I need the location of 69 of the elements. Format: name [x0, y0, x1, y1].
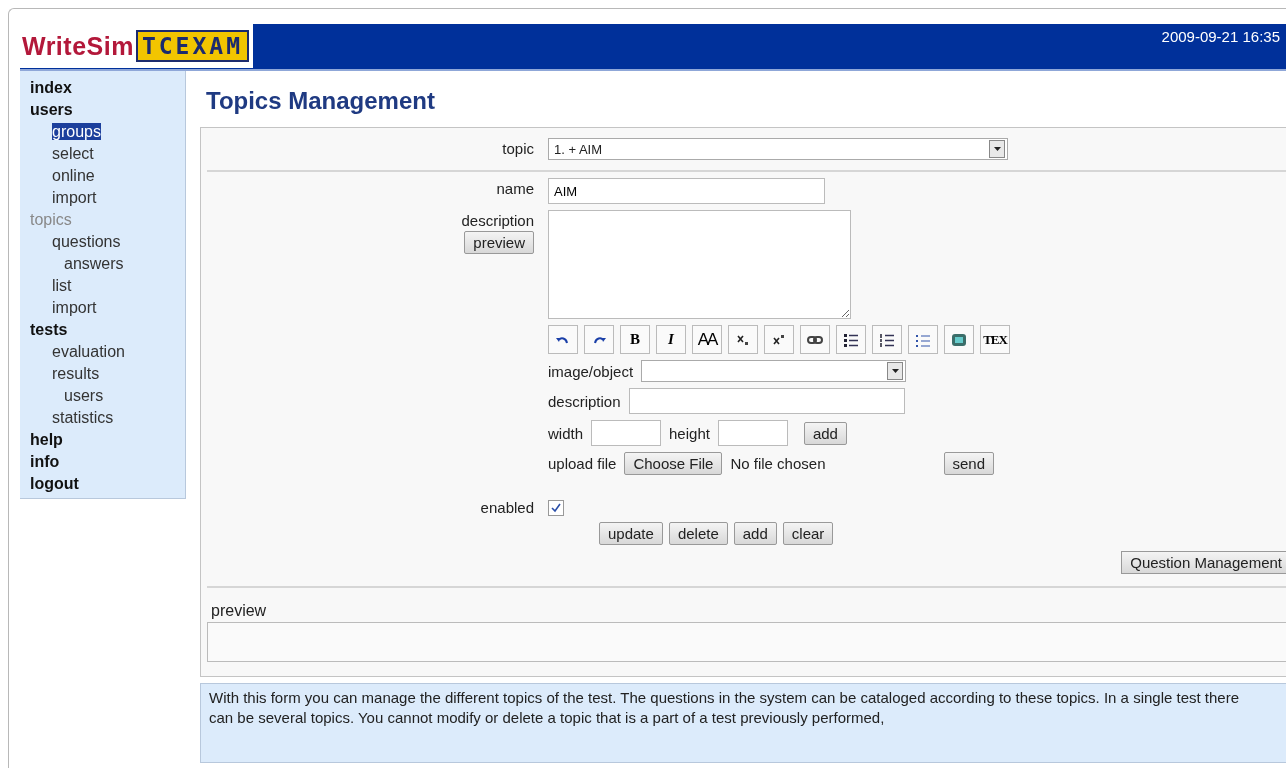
action-button[interactable]: delete	[668, 522, 728, 545]
field-label: description	[461, 212, 534, 229]
field-label: image/object	[548, 362, 634, 380]
toolbar-button[interactable]: AA	[692, 325, 722, 354]
toolbar-button[interactable]	[872, 325, 902, 354]
field-label: upload file	[548, 455, 617, 472]
action-button[interactable]: add	[733, 522, 777, 545]
object-icon	[951, 332, 967, 347]
add-image-button[interactable]: add	[803, 421, 847, 445]
menu-item[interactable]: info	[30, 453, 60, 470]
menu-item[interactable]: help	[30, 431, 63, 448]
superscript-icon	[772, 333, 786, 346]
menu-item[interactable]: index	[30, 79, 72, 96]
field-label: topic	[502, 140, 534, 157]
width-field[interactable]	[591, 420, 662, 446]
menu-item[interactable]: results	[52, 365, 100, 382]
numbered-list-icon	[879, 332, 895, 347]
page-title: Topics Management	[206, 87, 436, 115]
menu-item[interactable]: logout	[30, 475, 79, 492]
choose-file-button[interactable]: Choose File	[624, 452, 723, 475]
menu-item[interactable]: select	[52, 145, 94, 162]
toolbar-button[interactable]	[836, 325, 866, 354]
menu-item[interactable]: list	[52, 277, 72, 294]
datetime: 2009-09-21 16:35	[1161, 27, 1281, 45]
list-icon	[915, 332, 931, 347]
menu-item[interactable]: users	[30, 101, 73, 118]
dropdown-arrow-icon	[993, 147, 1001, 151]
menu-item[interactable]: import	[52, 299, 97, 316]
toolbar-button[interactable]: TEX	[980, 325, 1010, 354]
menu-item[interactable]: questions	[52, 233, 121, 250]
file-status: No file chosen	[730, 455, 826, 472]
subscript-icon	[736, 333, 750, 346]
topic-dropdown[interactable]: 1. + AIM	[548, 138, 1008, 160]
menu-item[interactable]: online	[52, 167, 95, 184]
menu-item[interactable]: statistics	[52, 409, 114, 426]
redo-icon	[592, 334, 606, 345]
send-button[interactable]: send	[943, 452, 995, 475]
menu-item[interactable]: answers	[64, 255, 124, 272]
field-label: width	[548, 424, 584, 442]
height-field[interactable]	[717, 420, 788, 446]
logo-wordmark: WriteSim	[22, 31, 134, 61]
bullet-list-icon	[843, 332, 859, 347]
name-field[interactable]: AIM	[548, 178, 825, 204]
menu-item[interactable]: users	[64, 387, 104, 404]
menu-item[interactable]: tests	[30, 321, 68, 338]
enabled-checkbox[interactable]	[548, 500, 564, 516]
link-icon	[807, 334, 823, 345]
field-label: description	[548, 392, 621, 410]
field-label: height	[669, 424, 710, 442]
dropdown-arrow-icon	[891, 369, 899, 373]
field-label: enabled	[480, 499, 534, 516]
menu-item[interactable]: groups	[52, 123, 101, 140]
preview-label: preview	[211, 602, 268, 620]
menu-item[interactable]: evaluation	[52, 343, 125, 360]
toolbar-button[interactable]: B	[620, 325, 650, 354]
toolbar-button[interactable]	[800, 325, 830, 354]
action-button[interactable]: update	[599, 522, 663, 545]
question-management-button[interactable]: Question Management	[1121, 551, 1286, 574]
action-button[interactable]: clear	[782, 522, 834, 545]
toolbar-button[interactable]	[764, 325, 794, 354]
menu-item[interactable]: import	[52, 189, 97, 206]
toolbar-button[interactable]	[728, 325, 758, 354]
image-description-field[interactable]	[628, 388, 905, 414]
field-label: name	[496, 180, 534, 197]
logo-badge: TCEXAM	[135, 30, 249, 62]
toolbar-button[interactable]: I	[656, 325, 686, 354]
undo-icon	[556, 334, 570, 345]
preview-button[interactable]: preview	[464, 231, 534, 254]
info-text: With this form you can manage the different topics of the test. The questions in the system can be cataloged according to these topics. In a single test there can be several topics. You cannot modify or delete a topic that is a part of a test previously performed,	[200, 683, 1286, 763]
